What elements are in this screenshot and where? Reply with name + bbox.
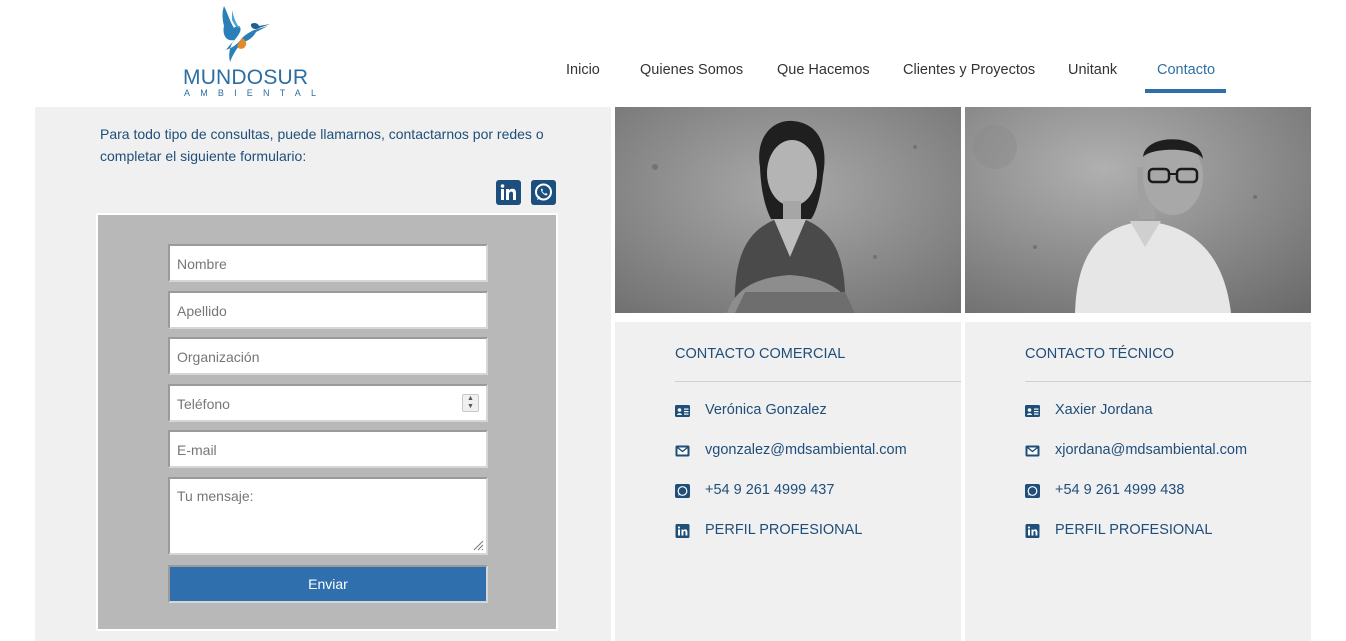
card-title: CONTACTO COMERCIAL bbox=[675, 346, 846, 362]
divider bbox=[1025, 381, 1311, 382]
logo[interactable]: MUNDOSUR AMBIENTAL bbox=[180, 4, 316, 100]
telefono-input[interactable]: Teléfono ▲ ▼ bbox=[168, 384, 488, 422]
intro-text: Para todo tipo de consultas, puede llama… bbox=[100, 126, 544, 164]
card-title: CONTACTO TÉCNICO bbox=[1025, 346, 1175, 362]
email-input[interactable]: E-mail bbox=[168, 430, 488, 468]
mensaje-placeholder: Tu mensaje: bbox=[177, 488, 254, 504]
apellido-input[interactable]: Apellido bbox=[168, 291, 488, 329]
id-card-icon bbox=[1025, 405, 1040, 417]
contact-form-panel: Para todo tipo de consultas, puede llama… bbox=[35, 107, 611, 641]
nav-item-quienes-somos[interactable]: Quienes Somos bbox=[640, 62, 743, 78]
whatsapp-icon bbox=[675, 484, 690, 498]
contact-name: Xaxier Jordana bbox=[1055, 402, 1153, 418]
portrait-woman-image bbox=[615, 107, 961, 313]
brand-tagline: AMBIENTAL bbox=[184, 88, 327, 98]
nav-item-clientes-proyectos[interactable]: Clientes y Proyectos bbox=[903, 62, 1035, 78]
photo-veronica bbox=[615, 107, 961, 313]
telefono-placeholder: Teléfono bbox=[177, 396, 230, 412]
contact-email[interactable]: vgonzalez@mdsambiental.com bbox=[705, 442, 907, 458]
linkedin-icon[interactable] bbox=[496, 180, 521, 205]
contact-form: Nombre Apellido Organización Teléfono ▲ ▼… bbox=[96, 213, 558, 631]
linkedin-icon bbox=[1025, 524, 1040, 538]
organizacion-input[interactable]: Organización bbox=[168, 337, 488, 375]
contact-email[interactable]: xjordana@mdsambiental.com bbox=[1055, 442, 1247, 458]
photo-xaxier bbox=[965, 107, 1311, 313]
submit-button[interactable]: Enviar bbox=[168, 565, 488, 603]
contact-profile-link[interactable]: PERFIL PROFESIONAL bbox=[1055, 522, 1212, 538]
envelope-icon bbox=[1025, 445, 1040, 457]
contact-name: Verónica Gonzalez bbox=[705, 402, 827, 418]
nav-item-que-hacemos[interactable]: Que Hacemos bbox=[777, 62, 870, 78]
contact-card-comercial: CONTACTO COMERCIAL Verónica Gonzalez vgo… bbox=[615, 322, 961, 641]
nombre-input[interactable]: Nombre bbox=[168, 244, 488, 282]
resize-handle-icon[interactable] bbox=[472, 539, 484, 551]
contact-phone[interactable]: +54 9 261 4999 438 bbox=[1055, 482, 1184, 498]
whatsapp-icon bbox=[1025, 484, 1040, 498]
number-spinner[interactable]: ▲ ▼ bbox=[462, 394, 479, 412]
site-header: MUNDOSUR AMBIENTAL Inicio Quienes Somos … bbox=[0, 0, 1346, 107]
contact-phone[interactable]: +54 9 261 4999 437 bbox=[705, 482, 834, 498]
envelope-icon bbox=[675, 445, 690, 457]
nav-item-unitank[interactable]: Unitank bbox=[1068, 62, 1117, 78]
whatsapp-icon[interactable] bbox=[531, 180, 556, 205]
divider bbox=[675, 381, 961, 382]
linkedin-icon bbox=[675, 524, 690, 538]
contact-card-tecnico: CONTACTO TÉCNICO Xaxier Jordana xjordana… bbox=[965, 322, 1311, 641]
contact-profile-link[interactable]: PERFIL PROFESIONAL bbox=[705, 522, 862, 538]
mensaje-textarea[interactable]: Tu mensaje: bbox=[168, 477, 488, 555]
brand-name: MUNDOSUR bbox=[183, 66, 309, 89]
id-card-icon bbox=[675, 405, 690, 417]
portrait-man-image bbox=[965, 107, 1311, 313]
nav-active-indicator bbox=[1145, 89, 1226, 93]
kingfisher-bird-icon bbox=[222, 6, 270, 62]
nav-item-contacto[interactable]: Contacto bbox=[1157, 62, 1215, 78]
nav-item-inicio[interactable]: Inicio bbox=[566, 62, 600, 78]
